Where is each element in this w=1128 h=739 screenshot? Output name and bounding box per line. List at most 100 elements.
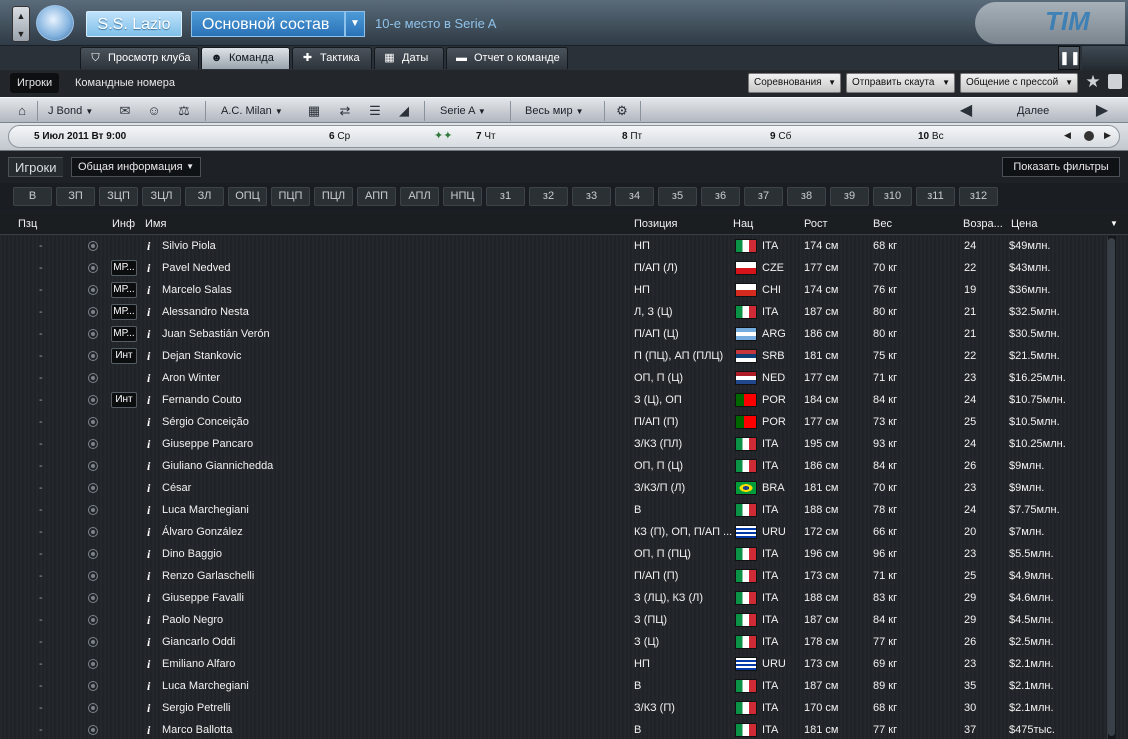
player-name-link[interactable]: Renzo Garlaschelli bbox=[162, 570, 254, 582]
table-row[interactable]: - i Luca Marchegiani В ITA 188 см 78 кг 24 $7.75… bbox=[0, 499, 1105, 521]
select-radio-icon[interactable] bbox=[88, 395, 98, 405]
table-row[interactable]: - i Giuliano Giannichedda ОП, П (Ц) ITA 186 с… bbox=[0, 455, 1105, 477]
info-icon[interactable]: i bbox=[147, 239, 155, 254]
select-radio-icon[interactable] bbox=[88, 241, 98, 251]
player-name-link[interactable]: Giuseppe Pancaro bbox=[162, 438, 253, 450]
select-radio-icon[interactable] bbox=[88, 681, 98, 691]
home-icon[interactable]: ⌂ bbox=[14, 103, 30, 119]
position-slot[interactable]: - bbox=[39, 328, 43, 340]
position-filter-chip[interactable]: АПП bbox=[357, 187, 396, 206]
select-radio-icon[interactable] bbox=[88, 439, 98, 449]
position-filter-chip[interactable]: ПЦЛ bbox=[314, 187, 353, 206]
position-filter-chip[interactable]: з5 bbox=[658, 187, 697, 206]
info-icon[interactable]: i bbox=[147, 437, 155, 452]
player-name-link[interactable]: Luca Marchegiani bbox=[162, 680, 249, 692]
player-name-link[interactable]: Sérgio Conceição bbox=[162, 416, 249, 428]
player-name-link[interactable]: Luca Marchegiani bbox=[162, 504, 249, 516]
star-icon[interactable]: ★ bbox=[1084, 72, 1102, 92]
table-row[interactable]: - МР... i Marcelo Salas НП CHI 174 см 76 кг 19 $3… bbox=[0, 279, 1105, 301]
forward-arrow-icon[interactable]: ▶ bbox=[1094, 103, 1110, 119]
back-arrow-icon[interactable]: ◀ bbox=[958, 103, 974, 119]
position-slot[interactable]: - bbox=[39, 724, 43, 736]
player-name-link[interactable]: Alessandro Nesta bbox=[162, 306, 249, 318]
position-filter-chip[interactable]: з12 bbox=[959, 187, 998, 206]
player-name-link[interactable]: Juan Sebastián Verón bbox=[162, 328, 270, 340]
table-row[interactable]: - i César З/КЗ/П (Л) BRA 181 см 70 кг 23 $9млн. bbox=[0, 477, 1105, 499]
competitions-dropdown[interactable]: Соревнования ▼ bbox=[748, 73, 841, 93]
position-slot[interactable]: - bbox=[39, 240, 43, 252]
column-header-weight[interactable]: Вес bbox=[873, 218, 892, 230]
continue-button[interactable]: Далее bbox=[1017, 98, 1049, 124]
notepad-icon[interactable] bbox=[1108, 74, 1122, 89]
column-header-age[interactable]: Возра... bbox=[963, 218, 1003, 230]
position-slot[interactable]: - bbox=[39, 658, 43, 670]
position-slot[interactable]: - bbox=[39, 680, 43, 692]
select-radio-icon[interactable] bbox=[88, 351, 98, 361]
position-filter-chip[interactable]: з9 bbox=[830, 187, 869, 206]
position-slot[interactable]: - bbox=[39, 284, 43, 296]
info-icon[interactable]: i bbox=[147, 393, 155, 408]
calendar-day-1[interactable]: 5 Июл 2011 Вт 9:00 bbox=[34, 131, 126, 142]
chart-icon[interactable]: ◢ bbox=[396, 103, 412, 119]
select-radio-icon[interactable] bbox=[88, 329, 98, 339]
info-icon[interactable]: i bbox=[147, 371, 155, 386]
pause-icon[interactable]: ❚❚ bbox=[1058, 46, 1081, 70]
table-row[interactable]: - i Álvaro González КЗ (П), ОП, П/АП ... URU… bbox=[0, 521, 1105, 543]
view-selector[interactable]: Общая информация ▼ bbox=[71, 157, 201, 177]
position-slot[interactable]: - bbox=[39, 702, 43, 714]
table-row[interactable]: - i Silvio Piola НП ITA 174 см 68 кг 24 $49млн. bbox=[0, 235, 1105, 257]
position-slot[interactable]: - bbox=[39, 592, 43, 604]
position-slot[interactable]: - bbox=[39, 460, 43, 472]
select-radio-icon[interactable] bbox=[88, 703, 98, 713]
position-filter-chip[interactable]: з8 bbox=[787, 187, 826, 206]
position-filter-chip[interactable]: з10 bbox=[873, 187, 912, 206]
info-icon[interactable]: i bbox=[147, 327, 155, 342]
position-filter-chip[interactable]: В bbox=[13, 187, 52, 206]
player-name-link[interactable]: Giuseppe Favalli bbox=[162, 592, 244, 604]
show-filters-button[interactable]: Показать фильтры bbox=[1002, 157, 1120, 177]
chevron-down-icon[interactable]: ▼ bbox=[345, 11, 365, 37]
info-icon[interactable]: i bbox=[147, 503, 155, 518]
table-row[interactable]: - i Emiliano Alfaro НП URU 173 см 69 кг 23 $2.1м… bbox=[0, 653, 1105, 675]
player-name-link[interactable]: Marcelo Salas bbox=[162, 284, 232, 296]
club-crest-icon[interactable] bbox=[36, 5, 74, 41]
position-slot[interactable]: - bbox=[39, 372, 43, 384]
position-filter-chip[interactable]: з11 bbox=[916, 187, 955, 206]
table-row[interactable]: - МР... i Pavel Nedved П/АП (Л) CZE 177 см 70 к… bbox=[0, 257, 1105, 279]
player-name-link[interactable]: Álvaro González bbox=[162, 526, 243, 538]
player-name-link[interactable]: Fernando Couto bbox=[162, 394, 242, 406]
position-slot[interactable]: - bbox=[39, 614, 43, 626]
position-slot[interactable]: - bbox=[39, 416, 43, 428]
select-radio-icon[interactable] bbox=[88, 263, 98, 273]
info-icon[interactable]: i bbox=[147, 635, 155, 650]
player-name-link[interactable]: Aron Winter bbox=[162, 372, 220, 384]
position-slot[interactable]: - bbox=[39, 438, 43, 450]
subtab-squad-numbers[interactable]: Командные номера bbox=[68, 73, 182, 93]
player-name-link[interactable]: Emiliano Alfaro bbox=[162, 658, 235, 670]
position-filter-chip[interactable]: з2 bbox=[529, 187, 568, 206]
tab-3[interactable]: ✚ Тактика bbox=[292, 47, 372, 69]
squad-selector[interactable]: Основной состав bbox=[191, 11, 345, 37]
info-badge[interactable]: МР... bbox=[111, 326, 137, 342]
info-icon[interactable]: i bbox=[147, 305, 155, 320]
column-header-value[interactable]: Цена bbox=[1011, 218, 1037, 230]
calendar-day-4[interactable]: 8 Пт bbox=[622, 131, 642, 142]
info-badge[interactable]: Инт bbox=[111, 392, 137, 408]
select-radio-icon[interactable] bbox=[88, 461, 98, 471]
table-row[interactable]: - i Sérgio Conceição П/АП (П) POR 177 см 73 кг… bbox=[0, 411, 1105, 433]
club-name-button[interactable]: S.S. Lazio bbox=[86, 11, 182, 37]
tab-4[interactable]: ▦ Даты bbox=[374, 47, 444, 69]
player-name-link[interactable]: Dejan Stankovic bbox=[162, 350, 242, 362]
position-filter-chip[interactable]: ЗЛ bbox=[185, 187, 224, 206]
region-menu[interactable]: Весь мир ▼ bbox=[525, 98, 584, 124]
info-icon[interactable]: i bbox=[147, 701, 155, 716]
column-header-position[interactable]: Позиция bbox=[634, 218, 678, 230]
player-name-link[interactable]: Giancarlo Oddi bbox=[162, 636, 235, 648]
select-radio-icon[interactable] bbox=[88, 725, 98, 735]
squad-icon[interactable]: ☰ bbox=[367, 103, 383, 119]
info-badge[interactable]: Инт bbox=[111, 348, 137, 364]
table-row[interactable]: - i Paolo Negro З (ПЦ) ITA 187 см 84 кг 29 $4.5м… bbox=[0, 609, 1105, 631]
league-menu[interactable]: Serie A ▼ bbox=[440, 98, 486, 124]
position-filter-chip[interactable]: з3 bbox=[572, 187, 611, 206]
info-icon[interactable]: i bbox=[147, 569, 155, 584]
